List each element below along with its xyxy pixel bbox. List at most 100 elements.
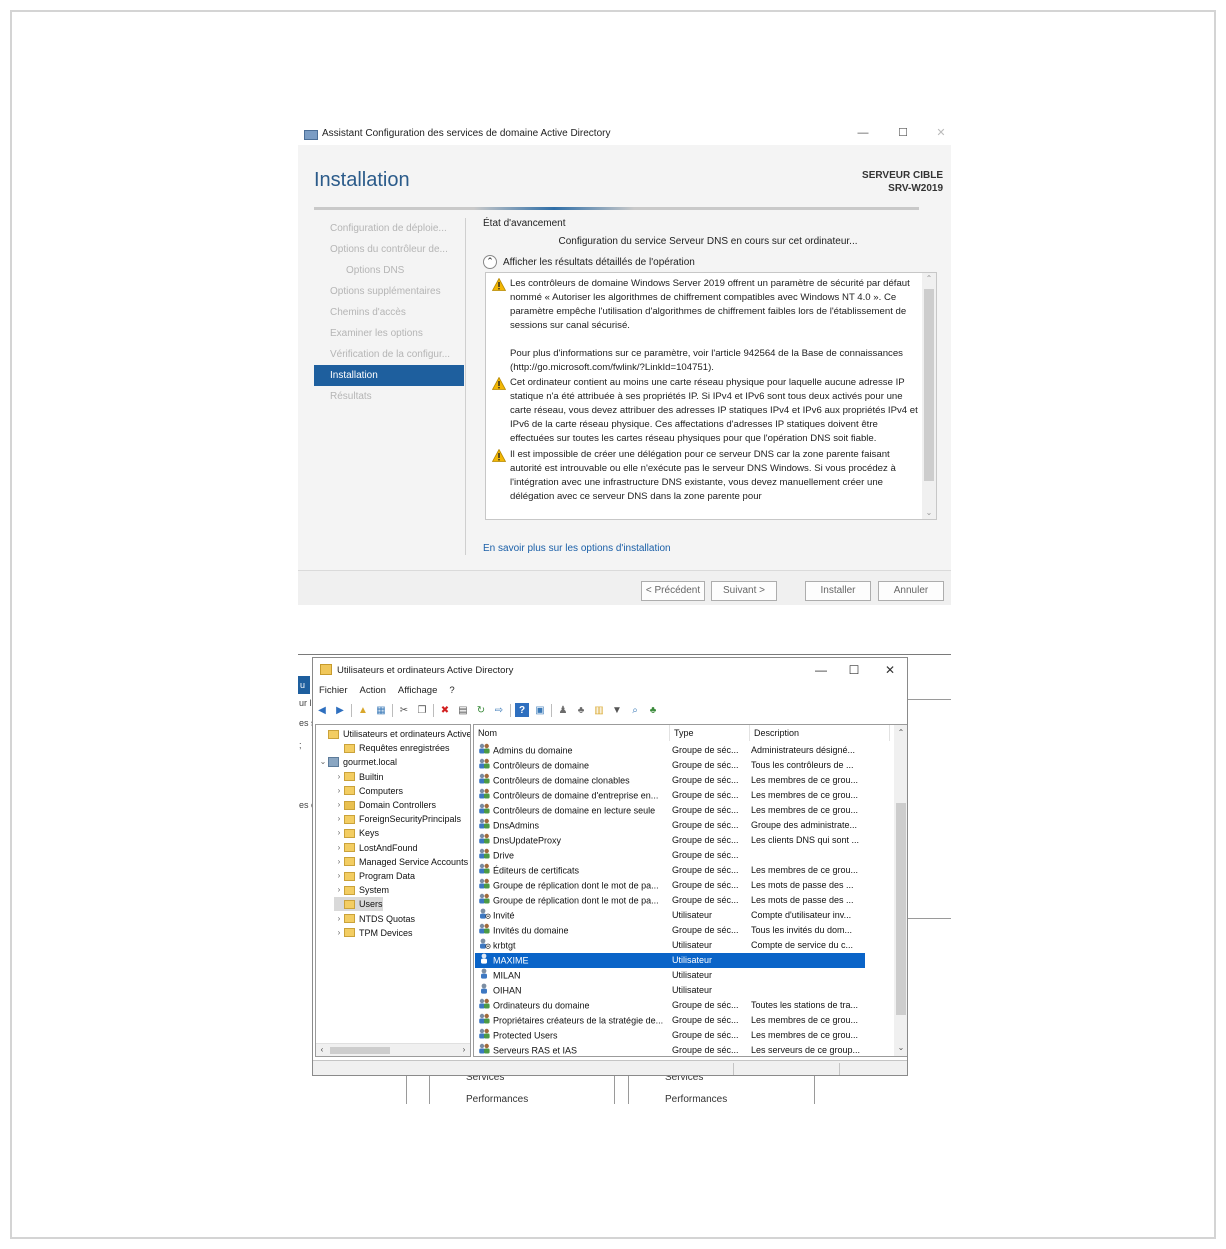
cut-icon[interactable]: ✂ — [397, 703, 411, 717]
chevron-down-icon[interactable]: ⌄ — [318, 755, 328, 769]
table-row[interactable]: Ordinateurs du domaine Groupe de séc... To… — [475, 998, 865, 1013]
menu-item[interactable]: Action — [354, 684, 392, 700]
results-scrollbar[interactable]: ⌃ ⌄ — [922, 273, 936, 519]
tree-node[interactable]: Requêtes enregistrées — [334, 741, 450, 755]
tree-hscroll-thumb[interactable] — [330, 1047, 390, 1054]
chevron-right-icon[interactable]: › — [334, 883, 344, 897]
minimize-button[interactable]: — — [855, 126, 871, 140]
add-user-icon[interactable]: ♟ — [556, 703, 570, 717]
forward-arrow-icon[interactable]: ▶ — [333, 703, 347, 717]
scroll-down-icon[interactable]: ⌄ — [922, 507, 936, 519]
tree-node[interactable]: › Managed Service Accounts — [334, 855, 468, 869]
tree-node[interactable]: › Keys — [334, 826, 379, 840]
menu-item[interactable]: Affichage — [392, 684, 443, 700]
nav-step[interactable]: Résultats — [314, 386, 464, 407]
tree-node[interactable]: › Domain Controllers — [334, 798, 436, 812]
chevron-right-icon[interactable]: › — [334, 855, 344, 869]
tree-node[interactable]: ⌄ gourmet.local — [318, 755, 397, 769]
nav-step[interactable]: Options supplémentaires — [314, 281, 464, 302]
refresh-icon[interactable]: ↻ — [474, 703, 488, 717]
table-row[interactable]: Protected Users Groupe de séc... Les membr… — [475, 1028, 865, 1043]
nav-step[interactable]: Configuration de déploie... — [314, 218, 464, 239]
table-row[interactable]: Invités du domaine Groupe de séc... Tous l… — [475, 923, 865, 938]
add-ou-icon[interactable]: ▥ — [592, 703, 606, 717]
table-row-selected[interactable]: MAXIME Utilisateur — [475, 953, 865, 968]
chevron-right-icon[interactable]: › — [334, 812, 344, 826]
console-tree[interactable]: Utilisateurs et ordinateurs Active Requêt… — [315, 724, 471, 1057]
tree-node[interactable]: › System — [334, 883, 389, 897]
console-tree-icon[interactable]: ▦ — [374, 703, 388, 717]
table-row[interactable]: Contrôleurs de domaine clonables Groupe d… — [475, 773, 865, 788]
tree-node[interactable]: › Program Data — [334, 869, 415, 883]
tree-node[interactable]: › LostAndFound — [334, 841, 418, 855]
table-row[interactable]: Drive Groupe de séc... — [475, 848, 865, 863]
list-scroll-up-icon[interactable]: ⌃ — [894, 727, 907, 739]
nav-step[interactable]: Chemins d'accès — [314, 302, 464, 323]
aduc-maximize-button[interactable]: ☐ — [846, 663, 862, 677]
details-toggle-row[interactable]: ⌃ Afficher les résultats détaillés de l'… — [483, 254, 933, 270]
chevron-right-icon[interactable]: › — [334, 912, 344, 926]
scroll-left-icon[interactable]: ‹ — [316, 1044, 328, 1056]
find-icon[interactable]: ⌕ — [628, 703, 642, 717]
table-row[interactable]: DnsAdmins Groupe de séc... Groupe des admi… — [475, 818, 865, 833]
scroll-right-icon[interactable]: › — [458, 1044, 470, 1056]
tree-node[interactable]: › ForeignSecurityPrincipals — [334, 812, 461, 826]
table-row[interactable]: MILAN Utilisateur — [475, 968, 865, 983]
list-scroll-down-icon[interactable]: ⌄ — [894, 1042, 907, 1054]
filter-icon[interactable]: ▼ — [610, 703, 624, 717]
add-group-icon[interactable]: ♣ — [574, 703, 588, 717]
chevron-right-icon[interactable]: › — [334, 826, 344, 840]
cancel-button[interactable]: Annuler — [878, 581, 944, 601]
list-scroll-thumb[interactable] — [896, 803, 906, 1015]
menu-item[interactable]: Fichier — [313, 684, 354, 700]
nav-step[interactable]: Examiner les options — [314, 323, 464, 344]
details-list[interactable]: Nom Type Description ⌃ ⌄ Admins du domai… — [473, 724, 907, 1057]
column-header-description[interactable]: Description — [750, 725, 890, 741]
previous-button[interactable]: < Précédent — [641, 581, 705, 601]
table-row[interactable]: Contrôleurs de domaine d'entreprise en..… — [475, 788, 865, 803]
aduc-minimize-button[interactable]: — — [813, 663, 829, 677]
export-list-icon[interactable]: ⇨ — [492, 703, 506, 717]
table-row[interactable]: krbtgt Utilisateur Compte de service du c.… — [475, 938, 865, 953]
nav-step[interactable]: Options DNS — [314, 260, 464, 281]
scroll-thumb[interactable] — [924, 289, 934, 481]
tree-node[interactable]: › Computers — [334, 784, 403, 798]
aduc-close-button[interactable]: ✕ — [882, 663, 898, 677]
close-button[interactable]: ✕ — [933, 126, 949, 140]
next-button[interactable]: Suivant > — [711, 581, 777, 601]
table-row[interactable]: Serveurs RAS et IAS Groupe de séc... Les s… — [475, 1043, 865, 1056]
table-row[interactable]: Groupe de réplication dont le mot de pa.… — [475, 878, 865, 893]
table-row[interactable]: Contrôleurs de domaine Groupe de séc... To… — [475, 758, 865, 773]
nav-step[interactable]: Options du contrôleur de... — [314, 239, 464, 260]
table-row[interactable]: OIHAN Utilisateur — [475, 983, 865, 998]
copy-icon[interactable]: ❐ — [415, 703, 429, 717]
chevron-right-icon[interactable]: › — [334, 770, 344, 784]
list-scrollbar[interactable]: ⌃ ⌄ — [894, 725, 907, 1056]
table-row[interactable]: Contrôleurs de domaine en lecture seule G… — [475, 803, 865, 818]
nav-step[interactable]: Installation — [314, 365, 464, 386]
column-header-name[interactable]: Nom — [474, 725, 670, 741]
table-row[interactable]: Groupe de réplication dont le mot de pa.… — [475, 893, 865, 908]
help-icon[interactable]: ? — [515, 703, 529, 717]
add-to-group-icon[interactable]: ♣ — [646, 703, 660, 717]
tree-node[interactable]: › NTDS Quotas — [334, 912, 415, 926]
properties-icon[interactable]: ▤ — [456, 703, 470, 717]
table-row[interactable]: Éditeurs de certificats Groupe de séc... L… — [475, 863, 865, 878]
tree-node[interactable]: Utilisateurs et ordinateurs Active — [318, 727, 470, 741]
scroll-up-icon[interactable]: ⌃ — [922, 273, 936, 285]
nav-step[interactable]: Vérification de la configur... — [314, 344, 464, 365]
install-button[interactable]: Installer — [805, 581, 871, 601]
tree-node[interactable]: Users — [334, 897, 383, 912]
column-header-type[interactable]: Type — [670, 725, 750, 741]
up-folder-icon[interactable]: ▲ — [356, 703, 370, 717]
table-row[interactable]: Invité Utilisateur Compte d'utilisateur in… — [475, 908, 865, 923]
maximize-button[interactable]: ☐ — [895, 126, 911, 140]
mmc-icon[interactable]: ▣ — [533, 703, 547, 717]
tree-hscrollbar[interactable]: ‹ › — [316, 1043, 470, 1056]
tree-node[interactable]: › Builtin — [334, 770, 384, 784]
chevron-right-icon[interactable]: › — [334, 869, 344, 883]
chevron-right-icon[interactable]: › — [334, 841, 344, 855]
table-row[interactable]: Propriétaires créateurs de la stratégie … — [475, 1013, 865, 1028]
chevron-right-icon[interactable]: › — [334, 926, 344, 940]
table-row[interactable]: DnsUpdateProxy Groupe de séc... Les client… — [475, 833, 865, 848]
